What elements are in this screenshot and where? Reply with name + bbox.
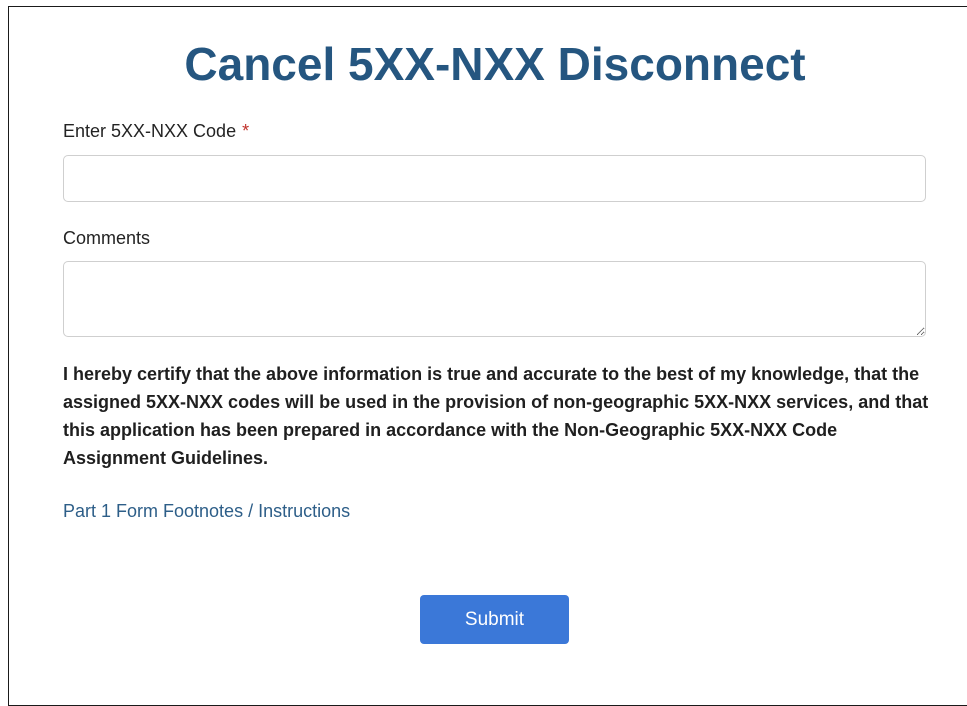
page-title: Cancel 5XX-NXX Disconnect [184,38,806,90]
footnotes-instructions-link[interactable]: Part 1 Form Footnotes / Instructions [63,499,350,523]
code-label-text: Enter 5XX-NXX Code [63,121,237,141]
required-indicator: * [242,121,250,141]
submit-button[interactable]: Submit [420,595,569,644]
code-input[interactable] [63,155,926,202]
comments-label: Comments [63,228,151,248]
certification-statement: I hereby certify that the above informat… [63,364,929,468]
code-field-label: Enter 5XX-NXX Code * [63,120,249,142]
comments-textarea[interactable] [63,261,926,337]
